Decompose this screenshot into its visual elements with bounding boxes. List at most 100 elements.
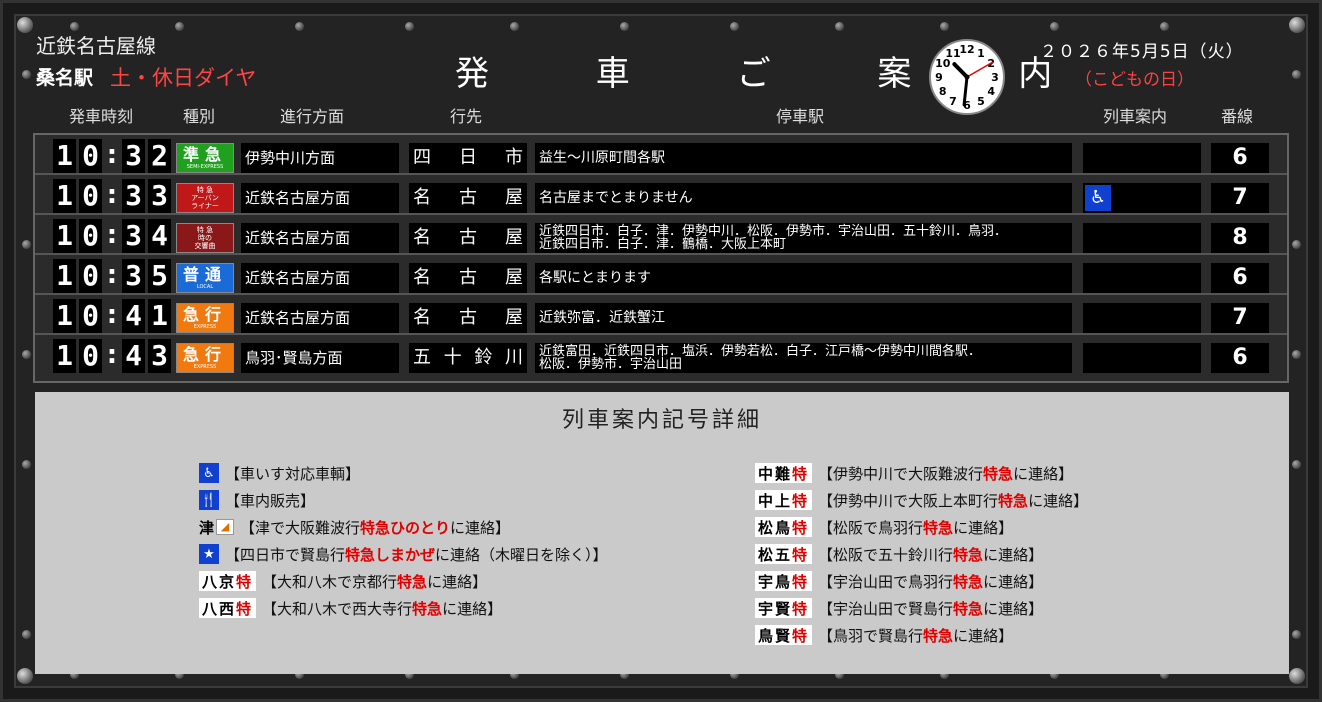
transfer-symbol: 宇賢特 <box>755 598 813 618</box>
legend-text: に連絡】 <box>983 545 1044 564</box>
limited-express-mark: 特 <box>792 599 810 618</box>
train-type-badge: 普通 LOCAL <box>176 263 234 293</box>
rivet-bolt <box>940 22 949 31</box>
legend-text: に連絡】 <box>983 599 1044 618</box>
stops-line: 各駅にとまります <box>539 270 651 286</box>
time-digit: 3 <box>122 219 145 253</box>
legend-text: 【松阪で鳥羽行 <box>818 518 924 537</box>
destination-char: 四 <box>413 147 431 168</box>
departure-time: 10:32 <box>53 139 171 173</box>
time-digit: 1 <box>53 339 76 373</box>
train-destination: 五十鈴川 <box>409 343 527 373</box>
legend-text: 【松阪で五十鈴川行 <box>818 545 954 564</box>
legend-item: 松鳥特【松阪で鳥羽行 特急 に連絡】 <box>755 516 1013 538</box>
time-digit: 0 <box>79 339 102 373</box>
limited-express-mark: 特 <box>792 491 810 510</box>
train-direction: 近鉄名古屋方面 <box>241 223 399 253</box>
destination-char: 川 <box>504 347 523 368</box>
corner-bolt <box>1289 17 1305 33</box>
time-digit: 0 <box>79 139 102 173</box>
symbol-chars: 中難 <box>758 464 793 483</box>
transfer-symbol: 八京特 <box>199 571 257 591</box>
train-stops: 名古屋までとまりません <box>535 183 1072 213</box>
rivet-bolt <box>730 22 739 31</box>
symbol-chars: 宇鳥 <box>758 572 793 591</box>
rivet-bolt <box>295 22 304 31</box>
column-header-time: 発車時刻 <box>69 107 134 126</box>
destination-char: 五 <box>413 347 431 368</box>
symbol-chars: 鳥賢 <box>758 626 793 645</box>
rivet-bolt <box>22 350 31 359</box>
time-digit: 4 <box>122 299 145 333</box>
train-type-sublabel: SEMI-EXPRESS <box>186 164 224 170</box>
limited-express-mark: 特 <box>792 464 810 483</box>
legend-text: 【伊勢中川で大阪難波行 <box>818 464 984 483</box>
train-type-label: 時の <box>198 234 212 242</box>
holiday-name: （こどもの日） <box>1075 70 1194 90</box>
time-digit: 3 <box>148 339 171 373</box>
train-stops: 益生～川原町間各駅 <box>535 143 1072 173</box>
symbol-chars: 八京 <box>202 572 237 591</box>
train-direction: 近鉄名古屋方面 <box>241 303 399 333</box>
symbol-chars: 八西 <box>202 599 237 618</box>
legend-item: 鳥賢特【鳥羽で賢島行 特急 に連絡】 <box>755 624 1013 646</box>
train-type-sublabel: EXPRESS <box>193 364 217 370</box>
clock-number: 11 <box>945 47 960 60</box>
rivet-bolt <box>620 22 629 31</box>
train-type-label: 特 急 <box>196 226 214 234</box>
destination-char: 古 <box>459 307 477 328</box>
departure-time: 10:33 <box>53 179 171 213</box>
legend-text: に連絡】 <box>450 518 511 537</box>
destination-char: 日 <box>459 147 477 168</box>
train-stops: 近鉄弥富．近鉄蟹江 <box>535 303 1072 333</box>
train-notice <box>1083 343 1201 373</box>
stops-line: 近鉄四日市．白子．津．鶴橋．大阪上本町 <box>539 237 787 252</box>
time-colon: : <box>106 300 118 330</box>
legend-highlight: 特急 <box>923 518 954 537</box>
wheelchair-icon: ♿ <box>199 463 219 483</box>
time-digit: 0 <box>79 299 102 333</box>
departure-board: 1 0:3 2 準急 SEMI-EXPRESS 伊勢中川方面四日市益生～川原町間各駅 6 1 0… <box>33 133 1289 383</box>
time-digit: 0 <box>79 179 102 213</box>
bird-icon: ◢ <box>216 519 235 535</box>
limited-express-mark: 特 <box>792 626 810 645</box>
departure-row: 1 0:3 5 普通 LOCAL 近鉄名古屋方面名古屋各駅にとまります 6 <box>35 255 1287 295</box>
legend-highlight: 特急 <box>953 572 984 591</box>
destination-char: 名 <box>413 187 431 208</box>
train-notice: ♿ <box>1083 183 1201 213</box>
time-colon: : <box>106 340 118 370</box>
clock-number: 12 <box>959 43 974 56</box>
time-colon: : <box>106 220 118 250</box>
clock-number: 9 <box>935 71 943 84</box>
clock-number: 3 <box>991 71 999 84</box>
legend-highlight: 特急 <box>397 572 428 591</box>
train-platform: 7 <box>1211 303 1269 333</box>
rivet-bolt <box>22 240 31 249</box>
departure-row: 1 0:3 2 準急 SEMI-EXPRESS 伊勢中川方面四日市益生～川原町間各駅 6 <box>35 135 1287 175</box>
transfer-symbol: 中上特 <box>755 490 813 510</box>
time-digit: 0 <box>79 259 102 293</box>
destination-char: 鈴 <box>474 347 493 368</box>
time-colon: : <box>106 180 118 210</box>
time-digit: 1 <box>148 299 171 333</box>
time-digit: 1 <box>53 299 76 333</box>
train-platform: 7 <box>1211 183 1269 213</box>
legend-text: に連絡（木曜日を除く）】 <box>435 545 608 564</box>
departure-time: 10:43 <box>53 339 171 373</box>
train-type-badge: 特 急時の 交響曲 <box>176 223 234 253</box>
corner-bolt <box>17 668 33 684</box>
transfer-symbol: 八西特 <box>199 598 257 618</box>
rivet-bolt <box>1160 22 1169 31</box>
rivet-bolt <box>22 70 31 79</box>
destination-char: 十 <box>443 347 462 368</box>
train-type-sublabel: LOCAL <box>196 284 214 290</box>
legend-item: 宇鳥特【宇治山田で鳥羽行 特急 に連絡】 <box>755 570 1043 592</box>
train-stops: 各駅にとまります <box>535 263 1072 293</box>
legend-text: 【大和八木で西大寺行 <box>262 599 413 618</box>
time-digit: 3 <box>122 259 145 293</box>
rivet-bolt <box>835 22 844 31</box>
stops-line: 益生～川原町間各駅 <box>539 150 665 166</box>
legend-text: 【鳥羽で賢島行 <box>818 626 924 645</box>
train-stops: 近鉄富田．近鉄四日市．塩浜．伊勢若松．白子．江戸橋～伊勢中川間各駅． 松阪．伊勢市… <box>535 343 1072 373</box>
legend-highlight: 特急ひのとり <box>360 518 451 537</box>
